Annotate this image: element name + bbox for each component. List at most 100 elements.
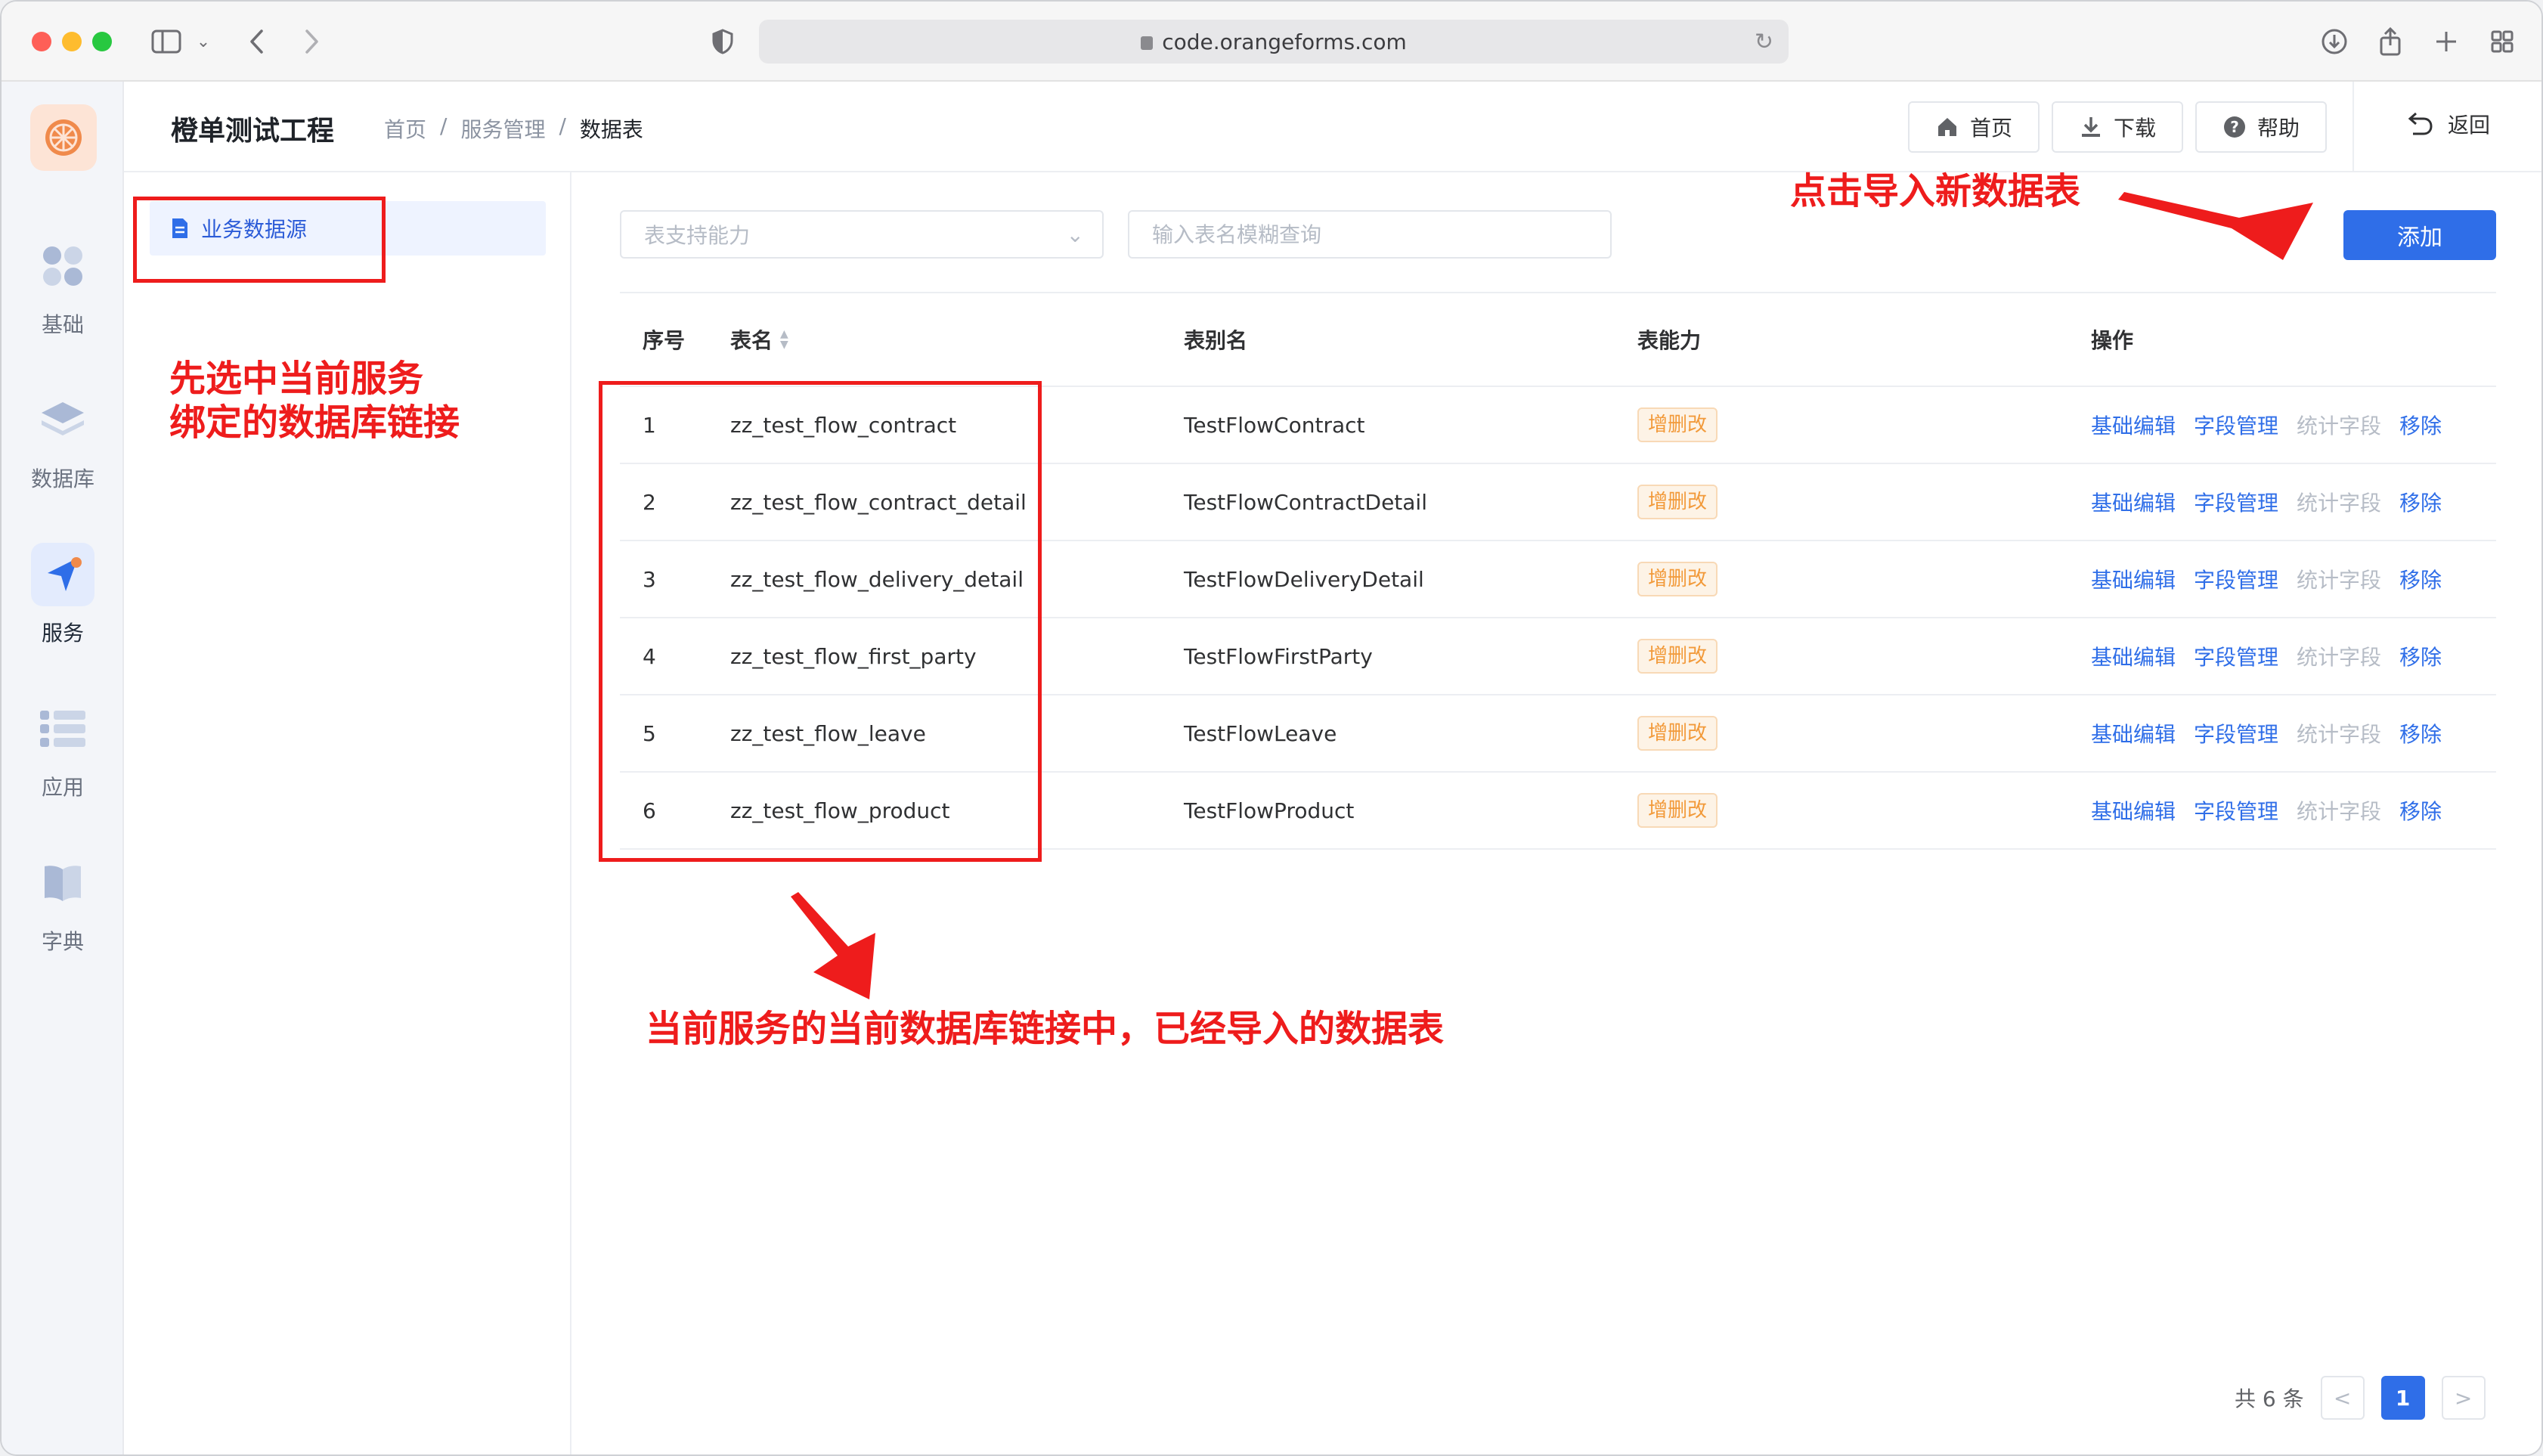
remove-link[interactable]: 移除 xyxy=(2399,795,2442,826)
breadcrumb-separator: / xyxy=(559,113,566,138)
chevron-down-icon: ⌄ xyxy=(1066,222,1084,247)
rail-item-service[interactable]: 服务 xyxy=(2,534,124,670)
edit-basic-link[interactable]: 基础编辑 xyxy=(2091,410,2176,440)
row-alias: TestFlowLeave xyxy=(1184,720,1337,746)
row-operations: 基础编辑 字段管理 统计字段 移除 xyxy=(2091,541,2442,617)
field-manage-link[interactable]: 字段管理 xyxy=(2194,641,2278,671)
annotation-box-datasource xyxy=(133,197,386,283)
back-arrow-icon[interactable] xyxy=(243,24,271,59)
rail-label: 基础 xyxy=(41,312,84,337)
tab-overview-icon[interactable] xyxy=(2487,24,2517,59)
pagination: 共 6 条 < 1 > xyxy=(2235,1376,2486,1420)
stats-field-link: 统计字段 xyxy=(2297,799,2382,824)
rail-item-app[interactable]: 应用 xyxy=(2,688,124,824)
breadcrumb-current: 数据表 xyxy=(579,117,643,142)
new-tab-icon[interactable] xyxy=(2431,24,2461,59)
undo-icon xyxy=(2408,112,2433,135)
field-manage-link[interactable]: 字段管理 xyxy=(2194,718,2278,748)
browser-window: ⌄ code.orangeforms.com ↻ 基础 数据库 服务 应用 字典… xyxy=(0,0,2543,1456)
maximize-window-button[interactable] xyxy=(92,32,112,51)
share-icon[interactable] xyxy=(2375,24,2405,59)
edit-basic-link[interactable]: 基础编辑 xyxy=(2091,487,2176,517)
chevron-down-icon[interactable]: ⌄ xyxy=(195,24,212,59)
field-manage-link[interactable]: 字段管理 xyxy=(2194,795,2278,826)
back-label: 返回 xyxy=(2448,113,2491,138)
page-number-button[interactable]: 1 xyxy=(2380,1376,2425,1420)
breadcrumb-service[interactable]: 服务管理 xyxy=(460,113,545,144)
table-search-input[interactable] xyxy=(1128,210,1612,259)
row-capability: 增删改 xyxy=(1637,618,1718,694)
row-operations: 基础编辑 字段管理 统计字段 移除 xyxy=(2091,695,2442,771)
annotation-import-new: 点击导入新数据表 xyxy=(1790,170,2081,212)
url-text: code.orangeforms.com xyxy=(1162,29,1407,54)
remove-link[interactable]: 移除 xyxy=(2399,487,2442,517)
annotation-line: 先选中当前服务 xyxy=(169,358,424,400)
capability-tag: 增删改 xyxy=(1637,562,1718,596)
book-icon xyxy=(31,851,94,915)
field-manage-link[interactable]: 字段管理 xyxy=(2194,564,2278,594)
grid-icon xyxy=(31,234,94,298)
layers-icon xyxy=(31,389,94,452)
field-manage-link[interactable]: 字段管理 xyxy=(2194,487,2278,517)
rail-item-database[interactable]: 数据库 xyxy=(2,379,124,516)
row-alias: TestFlowContract xyxy=(1184,412,1365,438)
breadcrumb-home[interactable]: 首页 xyxy=(384,113,426,144)
header-operations: 操作 xyxy=(2091,328,2134,353)
header-divider xyxy=(2353,82,2354,171)
app-rail: 基础 数据库 服务 应用 字典 xyxy=(2,82,124,1454)
download-button[interactable]: 下载 xyxy=(2052,101,2183,153)
remove-link[interactable]: 移除 xyxy=(2399,641,2442,671)
capability-placeholder: 表支持能力 xyxy=(644,223,751,248)
row-capability: 增删改 xyxy=(1637,773,1718,848)
home-button[interactable]: 首页 xyxy=(1908,101,2040,153)
table-header: 序号 表名 ▲ ▼ 表别名 表能力 操作 xyxy=(620,293,2496,387)
sort-icon[interactable]: ▲ ▼ xyxy=(780,329,788,350)
next-page-button[interactable]: > xyxy=(2441,1376,2486,1420)
close-window-button[interactable] xyxy=(32,32,51,51)
orange-logo-icon[interactable] xyxy=(30,104,97,171)
help-button[interactable]: ? 帮助 xyxy=(2195,101,2327,153)
shield-icon[interactable] xyxy=(709,24,736,59)
rail-item-basic[interactable]: 基础 xyxy=(2,225,124,361)
remove-link[interactable]: 移除 xyxy=(2399,564,2442,594)
stats-field-link: 统计字段 xyxy=(2297,568,2382,593)
home-icon xyxy=(1937,118,1956,136)
rail-item-dictionary[interactable]: 字典 xyxy=(2,842,124,978)
rail-label: 数据库 xyxy=(30,466,94,491)
row-operations: 基础编辑 字段管理 统计字段 移除 xyxy=(2091,618,2442,694)
forward-arrow-icon[interactable] xyxy=(298,24,325,59)
breadcrumb-separator: / xyxy=(440,113,448,138)
row-operations: 基础编辑 字段管理 统计字段 移除 xyxy=(2091,387,2442,463)
download-label: 下载 xyxy=(2113,116,2156,141)
field-manage-link[interactable]: 字段管理 xyxy=(2194,410,2278,440)
capability-tag: 增删改 xyxy=(1637,485,1718,519)
minimize-window-button[interactable] xyxy=(62,32,82,51)
row-alias: TestFlowFirstParty xyxy=(1184,643,1373,669)
home-label: 首页 xyxy=(1969,116,2012,141)
download-icon xyxy=(2081,117,2100,137)
header-name[interactable]: 表名 ▲ ▼ xyxy=(730,293,788,386)
remove-link[interactable]: 移除 xyxy=(2399,410,2442,440)
edit-basic-link[interactable]: 基础编辑 xyxy=(2091,564,2176,594)
row-operations: 基础编辑 字段管理 统计字段 移除 xyxy=(2091,464,2442,540)
help-icon: ? xyxy=(2223,116,2245,138)
lock-icon xyxy=(1141,36,1154,50)
stats-field-link: 统计字段 xyxy=(2297,414,2382,438)
reload-icon[interactable]: ↻ xyxy=(1755,29,1773,55)
row-capability: 增删改 xyxy=(1637,695,1718,771)
add-table-button[interactable]: 添加 xyxy=(2343,210,2496,260)
capability-select[interactable]: 表支持能力 ⌄ xyxy=(620,210,1104,259)
edit-basic-link[interactable]: 基础编辑 xyxy=(2091,795,2176,826)
edit-basic-link[interactable]: 基础编辑 xyxy=(2091,641,2176,671)
edit-basic-link[interactable]: 基础编辑 xyxy=(2091,718,2176,748)
header-alias: 表别名 xyxy=(1184,328,1248,353)
download-circle-icon[interactable] xyxy=(2319,24,2349,59)
remove-link[interactable]: 移除 xyxy=(2399,718,2442,748)
capability-tag: 增删改 xyxy=(1637,639,1718,674)
back-button[interactable]: 返回 xyxy=(2404,109,2490,139)
annotation-line: 绑定的数据库链接 xyxy=(169,401,460,444)
row-operations: 基础编辑 字段管理 统计字段 移除 xyxy=(2091,773,2442,848)
prev-page-button[interactable]: < xyxy=(2320,1376,2365,1420)
address-bar[interactable]: code.orangeforms.com ↻ xyxy=(759,20,1789,64)
sidebar-toggle-icon[interactable] xyxy=(150,24,183,59)
